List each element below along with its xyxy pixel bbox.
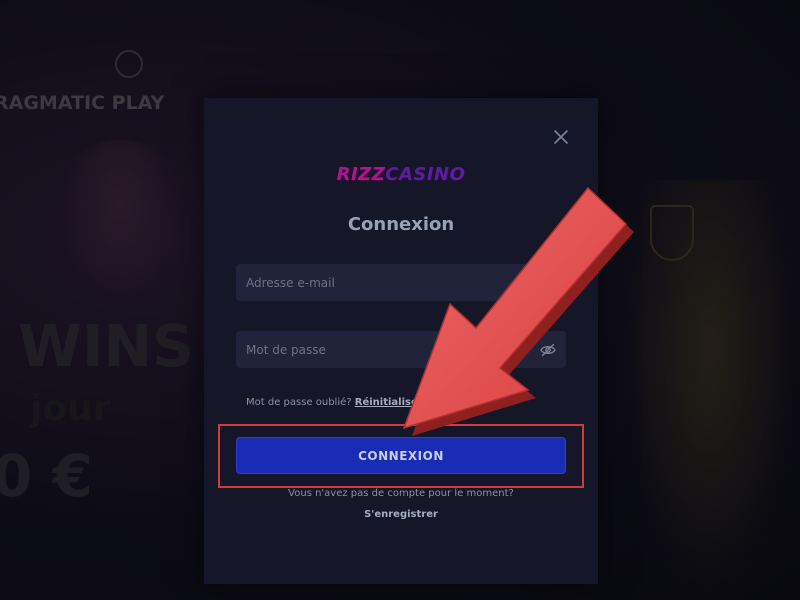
background-trophy [650,205,694,261]
brand-logo-part1: RIZZ [336,164,386,185]
register-link[interactable]: S'enregistrer [204,509,598,520]
reset-password-link[interactable]: Réinitialiser [355,397,423,408]
modal-title: Connexion [347,214,455,235]
no-account-text: Vous n'avez pas de compte pour le moment… [288,488,514,499]
forgot-password-text: Mot de passe oublié? [246,397,352,408]
promo-headline: WINS [18,312,194,380]
login-button[interactable]: CONNEXION [236,437,566,474]
toggle-password-visibility-button[interactable] [540,342,556,357]
page-stage: RAGMATIC PLAY WINS jour 0 € RIZZCASINO C… [0,0,800,600]
brand-logo-part2: CASINO [385,164,466,185]
brand-logo: RIZZCASINO [204,164,598,185]
close-icon [554,130,568,144]
eye-off-icon [540,343,556,357]
email-field-container [236,264,566,301]
login-modal: RIZZCASINO Connexion Mot de passe oublié… [204,98,598,584]
background-character [60,140,180,300]
close-button[interactable] [552,128,570,146]
promo-amount: 0 € [0,442,93,510]
forgot-password-row: Mot de passe oublié? Réinitialiser [246,397,423,408]
provider-logo-mark [115,50,143,78]
password-field[interactable] [246,331,532,368]
provider-logo: RAGMATIC PLAY [0,92,165,114]
promo-subline: jour [30,388,111,429]
background-character-right [620,180,800,600]
password-field-container [236,331,566,368]
email-field[interactable] [246,264,556,301]
